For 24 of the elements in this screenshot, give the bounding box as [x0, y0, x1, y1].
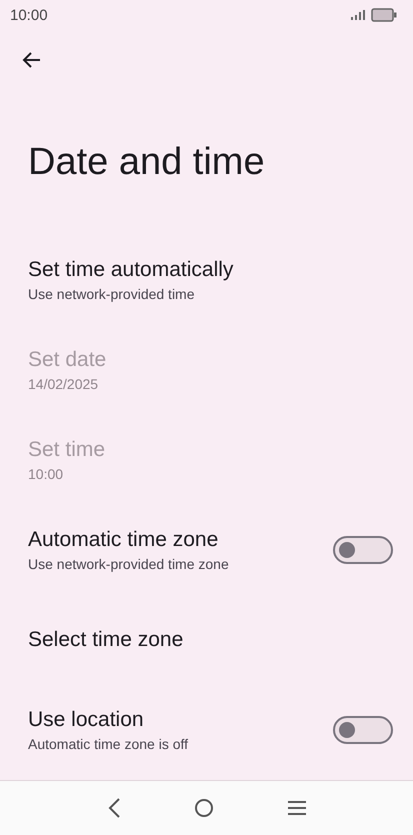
signal-icon	[351, 10, 365, 20]
setting-summary: 10:00	[28, 466, 64, 482]
setting-summary: Automatic time zone is off	[28, 736, 190, 752]
settings-item[interactable]: Use location Automatic time zone is off	[0, 685, 413, 775]
menu-icon[interactable]	[286, 801, 306, 815]
setting-title: Set time automatically	[28, 258, 234, 282]
setting-summary: Use network-provided time	[28, 286, 196, 302]
toggle-switch[interactable]	[333, 536, 393, 564]
settings-item[interactable]: Automatic time zone Use network-provided time zone	[0, 505, 413, 595]
setting-title: Set time	[28, 438, 106, 462]
home-icon[interactable]	[194, 798, 214, 818]
setting-summary: Use network-provided time zone	[28, 556, 230, 572]
setting-title: Set date	[28, 348, 108, 372]
setting-title: Automatic time zone	[28, 528, 220, 552]
page-title: Date and time	[28, 141, 265, 184]
settings-item[interactable]: Set time automatically Use network-provided time	[0, 235, 413, 325]
setting-title: Use location	[28, 708, 145, 732]
battery-icon	[371, 8, 397, 22]
setting-summary: 14/02/2025	[28, 376, 100, 392]
toggle-switch[interactable]	[333, 716, 393, 744]
back-icon[interactable]	[106, 797, 120, 819]
status-time: 10:00	[10, 6, 48, 24]
setting-title: Select time zone	[28, 628, 184, 652]
settings-item[interactable]: Select time zone	[0, 595, 413, 685]
